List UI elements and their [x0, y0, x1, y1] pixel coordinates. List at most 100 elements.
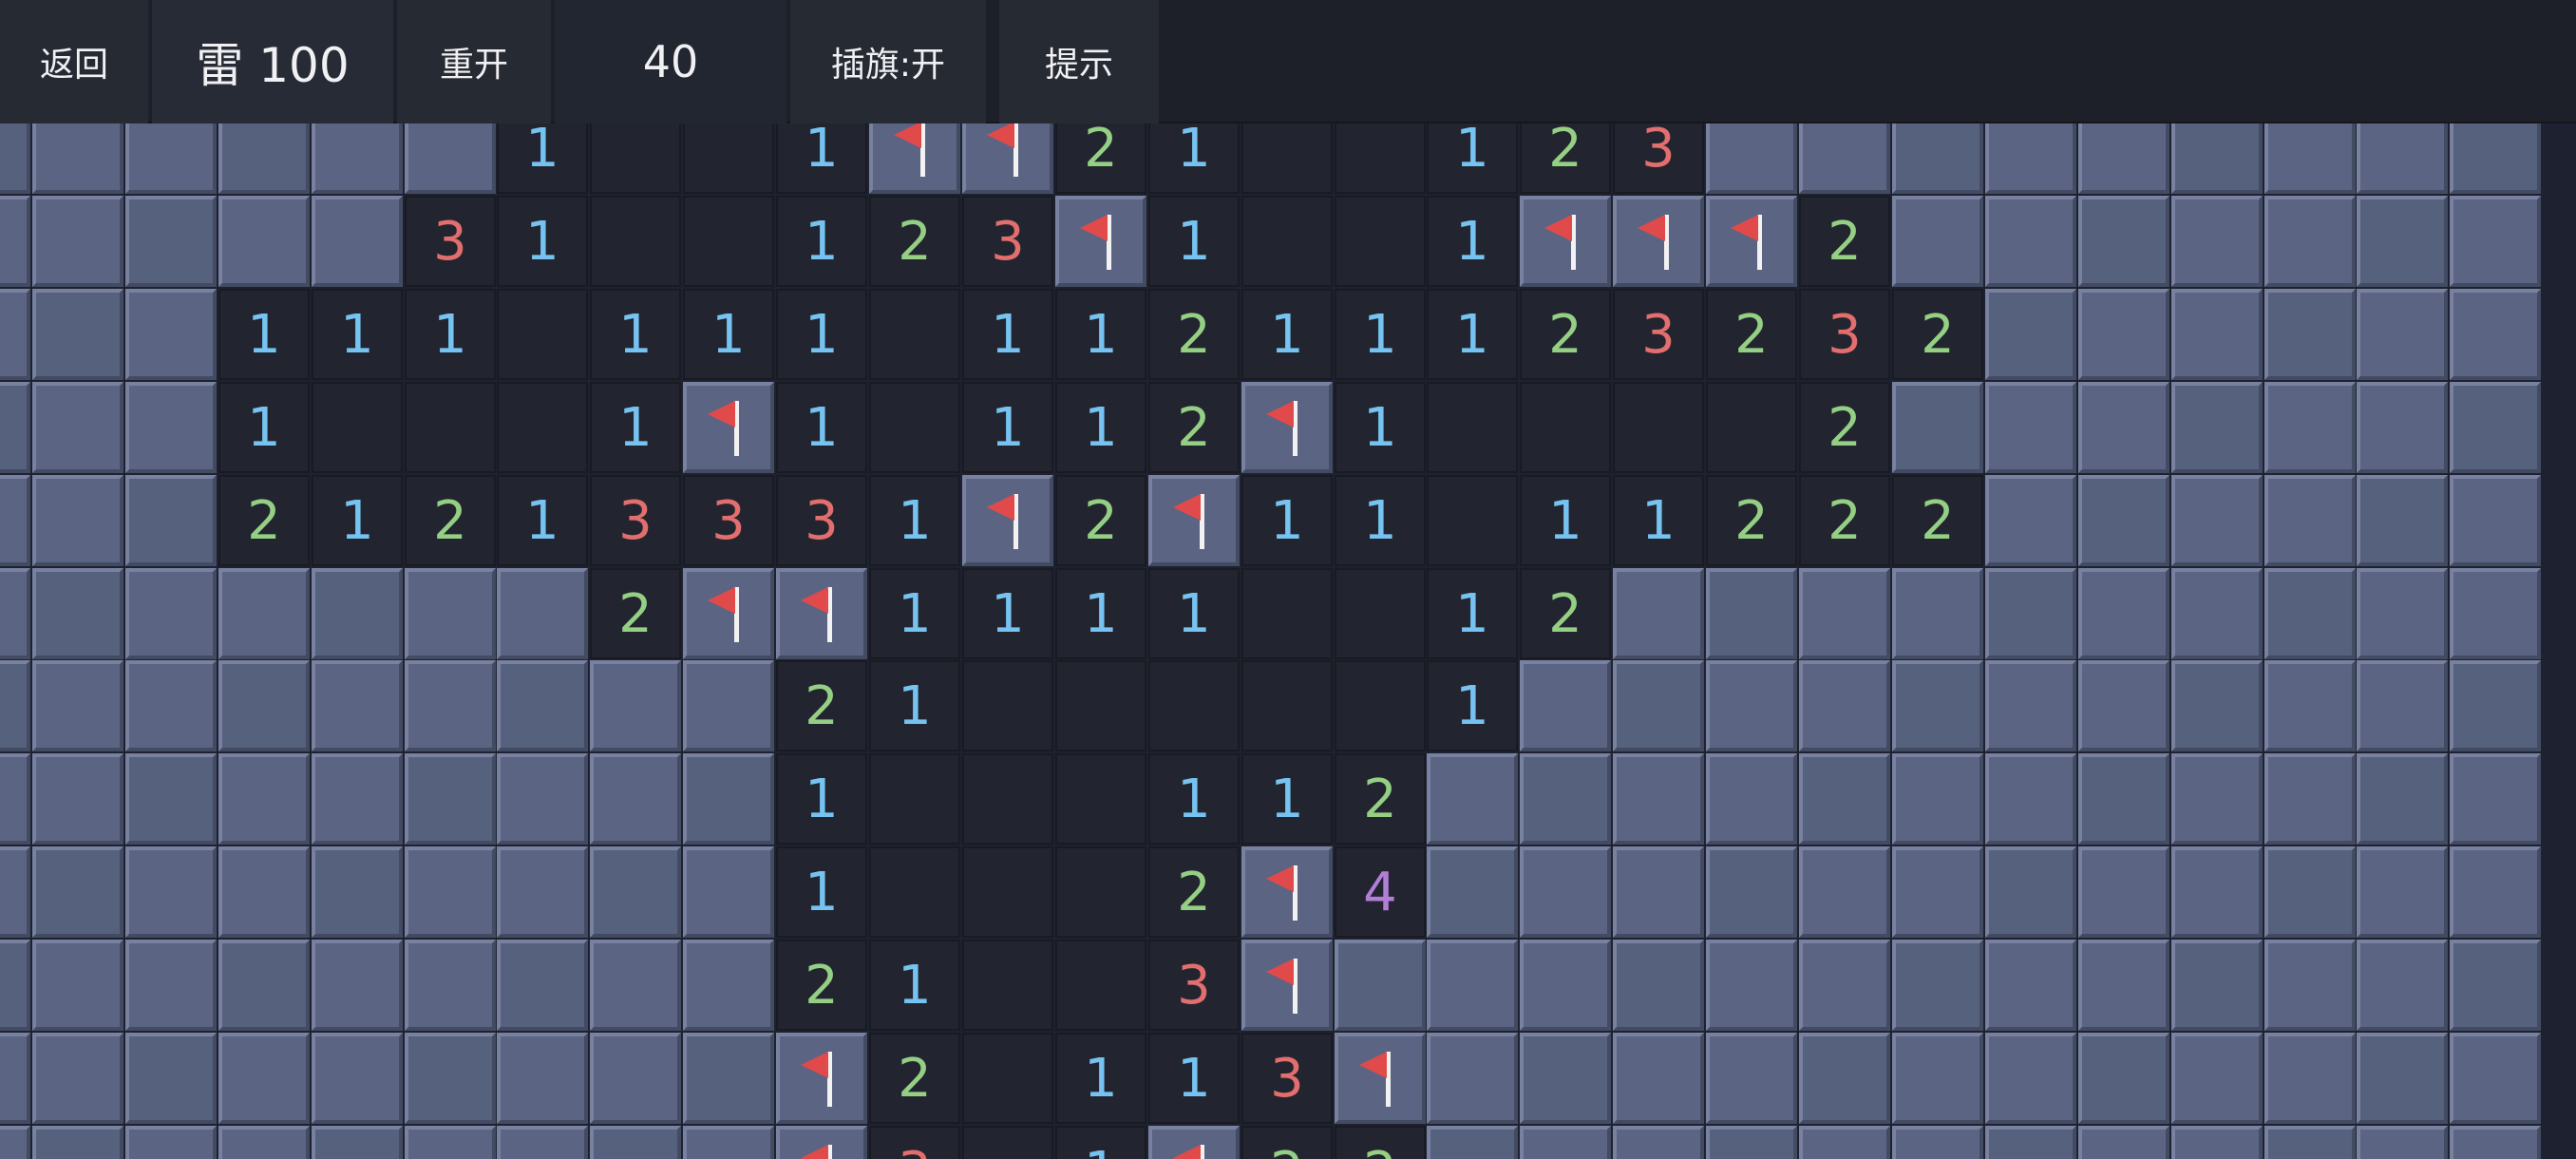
hidden-tile[interactable]	[125, 382, 217, 473]
hidden-tile[interactable]	[2078, 940, 2169, 1031]
revealed-empty-tile[interactable]	[1055, 940, 1146, 1031]
hidden-tile[interactable]	[405, 124, 496, 194]
hidden-tile[interactable]	[590, 846, 681, 938]
revealed-number-tile[interactable]: 1	[869, 568, 960, 659]
hidden-tile[interactable]	[1892, 940, 1983, 1031]
hidden-tile[interactable]	[1799, 1033, 1890, 1124]
hidden-tile[interactable]	[218, 1126, 310, 1159]
revealed-number-tile[interactable]: 1	[1241, 753, 1333, 845]
revealed-number-tile[interactable]: 3	[1148, 940, 1240, 1031]
revealed-number-tile[interactable]: 1	[1427, 124, 1518, 194]
revealed-empty-tile[interactable]	[1520, 382, 1611, 473]
revealed-empty-tile[interactable]	[869, 289, 960, 380]
revealed-number-tile[interactable]: 1	[962, 382, 1053, 473]
revealed-number-tile[interactable]: 1	[1241, 289, 1333, 380]
revealed-number-tile[interactable]: 1	[776, 846, 867, 938]
hidden-tile[interactable]	[2357, 289, 2448, 380]
hidden-tile[interactable]	[1706, 1033, 1797, 1124]
hidden-tile[interactable]	[218, 124, 310, 194]
revealed-empty-tile[interactable]	[1335, 196, 1426, 287]
revealed-number-tile[interactable]: 1	[1148, 1033, 1240, 1124]
hidden-tile[interactable]	[1985, 1126, 2076, 1159]
hidden-tile[interactable]	[2078, 660, 2169, 751]
revealed-empty-tile[interactable]	[1148, 660, 1240, 751]
hidden-tile[interactable]	[125, 196, 217, 287]
revealed-number-tile[interactable]: 1	[1427, 289, 1518, 380]
revealed-number-tile[interactable]: 2	[1241, 1126, 1333, 1159]
hidden-tile[interactable]	[2078, 196, 2169, 287]
revealed-empty-tile[interactable]	[1055, 753, 1146, 845]
hidden-tile[interactable]	[2357, 1033, 2448, 1124]
revealed-number-tile[interactable]: 3	[1241, 1033, 1333, 1124]
revealed-number-tile[interactable]: 1	[590, 289, 681, 380]
hidden-tile[interactable]	[497, 568, 588, 659]
hidden-tile[interactable]	[32, 1033, 123, 1124]
hidden-tile[interactable]	[2264, 1126, 2356, 1159]
revealed-empty-tile[interactable]	[962, 1126, 1053, 1159]
revealed-empty-tile[interactable]	[590, 196, 681, 287]
hidden-tile[interactable]	[1613, 1126, 1704, 1159]
hidden-tile[interactable]	[2450, 940, 2541, 1031]
hidden-tile[interactable]	[1706, 1126, 1797, 1159]
hidden-tile[interactable]	[1706, 660, 1797, 751]
hidden-tile[interactable]	[2357, 940, 2448, 1031]
hidden-tile[interactable]	[312, 196, 403, 287]
hidden-tile[interactable]	[32, 660, 123, 751]
hidden-tile[interactable]	[312, 660, 403, 751]
revealed-number-tile[interactable]: 3	[869, 1126, 960, 1159]
revealed-number-tile[interactable]: 1	[776, 753, 867, 845]
hidden-tile[interactable]	[1799, 124, 1890, 194]
revealed-number-tile[interactable]: 2	[1799, 382, 1890, 473]
hidden-tile[interactable]	[2171, 1126, 2263, 1159]
revealed-number-tile[interactable]: 3	[683, 475, 774, 566]
hidden-tile[interactable]	[1520, 660, 1611, 751]
hidden-tile[interactable]	[497, 1126, 588, 1159]
revealed-empty-tile[interactable]	[1335, 124, 1426, 194]
revealed-number-tile[interactable]: 1	[218, 382, 310, 473]
hidden-tile[interactable]	[1427, 753, 1518, 845]
hidden-tile[interactable]	[2171, 196, 2263, 287]
hidden-tile[interactable]	[405, 753, 496, 845]
hidden-tile[interactable]	[312, 1033, 403, 1124]
hidden-tile[interactable]	[2171, 846, 2263, 938]
hidden-tile[interactable]	[125, 1126, 217, 1159]
hidden-tile[interactable]	[1892, 568, 1983, 659]
hidden-tile[interactable]	[125, 289, 217, 380]
hidden-tile[interactable]	[1799, 753, 1890, 845]
hidden-tile[interactable]	[2264, 940, 2356, 1031]
hidden-tile[interactable]	[1985, 940, 2076, 1031]
flagged-tile[interactable]	[1055, 196, 1146, 287]
revealed-number-tile[interactable]: 1	[1335, 289, 1426, 380]
hidden-tile[interactable]	[1985, 124, 2076, 194]
hidden-tile[interactable]	[1427, 846, 1518, 938]
revealed-number-tile[interactable]: 2	[1706, 475, 1797, 566]
hidden-tile[interactable]	[1799, 568, 1890, 659]
hidden-tile[interactable]	[312, 124, 403, 194]
revealed-empty-tile[interactable]	[1055, 660, 1146, 751]
hidden-tile[interactable]	[1706, 940, 1797, 1031]
revealed-number-tile[interactable]: 1	[312, 475, 403, 566]
revealed-number-tile[interactable]: 2	[1520, 124, 1611, 194]
revealed-empty-tile[interactable]	[1427, 475, 1518, 566]
hidden-tile[interactable]	[2450, 196, 2541, 287]
revealed-number-tile[interactable]: 1	[1427, 196, 1518, 287]
revealed-number-tile[interactable]: 2	[1706, 289, 1797, 380]
hidden-tile[interactable]	[405, 846, 496, 938]
hidden-tile[interactable]	[125, 660, 217, 751]
hidden-tile[interactable]	[218, 846, 310, 938]
hidden-tile[interactable]	[1985, 753, 2076, 845]
revealed-empty-tile[interactable]	[1241, 124, 1333, 194]
revealed-empty-tile[interactable]	[1241, 196, 1333, 287]
revealed-empty-tile[interactable]	[962, 846, 1053, 938]
hidden-tile[interactable]	[125, 475, 217, 566]
hidden-tile[interactable]	[2078, 1126, 2169, 1159]
hidden-tile[interactable]	[683, 940, 774, 1031]
hidden-tile[interactable]	[1985, 475, 2076, 566]
hidden-tile[interactable]	[2450, 568, 2541, 659]
hidden-tile[interactable]	[2264, 124, 2356, 194]
revealed-number-tile[interactable]: 1	[1148, 568, 1240, 659]
hidden-tile[interactable]	[405, 1033, 496, 1124]
hidden-tile[interactable]	[497, 846, 588, 938]
revealed-empty-tile[interactable]	[1241, 568, 1333, 659]
hidden-tile[interactable]	[2078, 753, 2169, 845]
